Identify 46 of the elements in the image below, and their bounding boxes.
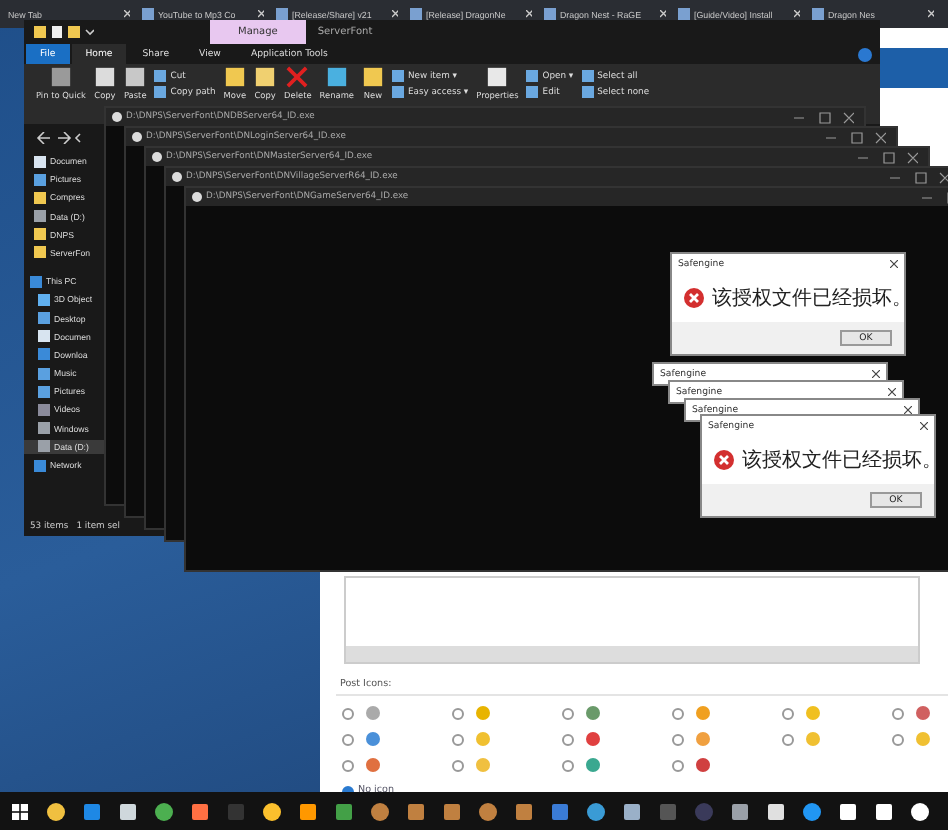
radio-button[interactable] [452,759,464,771]
windows-icon[interactable] [10,801,30,821]
radio-button[interactable] [892,707,904,719]
page-icon [276,8,288,20]
site-banner [880,48,948,88]
radio-button[interactable] [342,707,354,719]
close-icon[interactable] [920,422,928,430]
window-controls-icon[interactable] [858,151,918,163]
window-controls-icon[interactable] [890,171,948,183]
radio-button[interactable] [452,733,464,745]
radio-button[interactable] [342,759,354,771]
radio-button[interactable] [672,759,684,771]
page-icon [678,8,690,20]
page-icon [812,8,824,20]
radio-button[interactable] [672,733,684,745]
message-field[interactable] [344,576,920,664]
close-icon[interactable] [890,260,898,268]
radio-button[interactable] [562,759,574,771]
radio-button[interactable] [782,733,794,745]
window-controls-icon[interactable] [826,131,886,143]
close-icon[interactable] [872,370,880,378]
navigation-arrows-icon[interactable] [36,132,84,144]
delete-icon [286,66,309,88]
page-icon [544,8,556,20]
radio-button[interactable] [452,707,464,719]
radio-button[interactable] [892,733,904,745]
folder-icon [34,191,46,204]
quick-access-icon[interactable] [34,24,94,40]
close-icon[interactable] [904,406,912,414]
radio-button[interactable] [342,733,354,745]
radio-button[interactable] [562,707,574,719]
radio-button[interactable] [562,733,574,745]
page-icon [410,8,422,20]
window-controls-icon[interactable] [794,111,854,123]
folder-icon [254,66,277,88]
close-icon[interactable] [888,388,896,396]
error-icon [714,450,734,470]
page-icon [142,8,154,20]
error-message: 该授权文件已经损坏。 [742,447,942,474]
help-icon[interactable] [858,47,872,61]
radio-button[interactable] [782,707,794,719]
folder-icon [223,66,246,88]
error-icon [684,288,704,308]
folder-icon [361,66,384,88]
radio-button[interactable] [672,707,684,719]
error-message: 该授权文件已经损坏。 [712,285,912,312]
